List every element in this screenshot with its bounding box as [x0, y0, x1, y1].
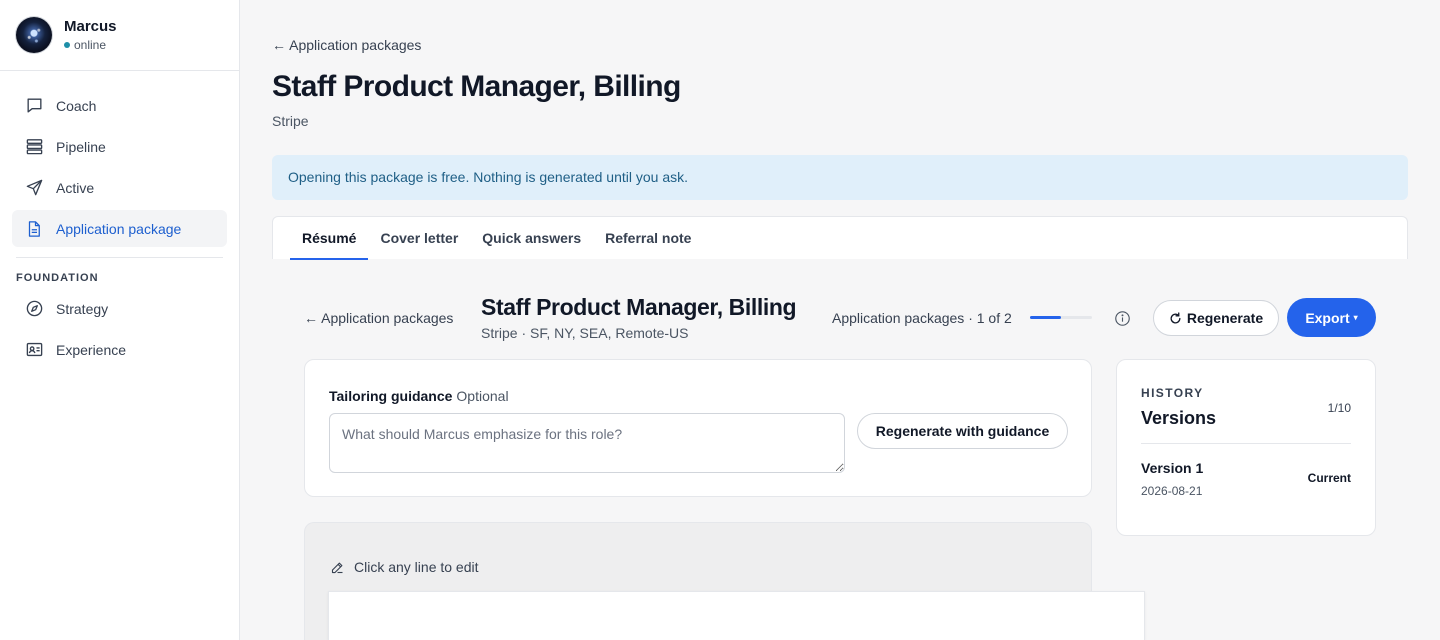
- compass-icon: [24, 299, 44, 319]
- sidebar-item-label: Strategy: [56, 300, 109, 317]
- sidebar-item-label: Application package: [56, 220, 182, 237]
- tailoring-guidance-card: Tailoring guidanceOptional Regenerate wi…: [304, 359, 1092, 497]
- sidebar-item-pipeline[interactable]: Pipeline: [12, 128, 227, 165]
- sidebar-item-label: Active: [56, 179, 95, 196]
- guidance-input[interactable]: [329, 413, 845, 473]
- tab-resume[interactable]: Résumé: [290, 217, 369, 260]
- avatar: [16, 17, 52, 53]
- chevron-down-icon: ▾: [1353, 313, 1358, 322]
- online-status-dot: [64, 42, 70, 48]
- current-version-badge: Current: [1307, 471, 1351, 485]
- history-divider: [1141, 443, 1351, 444]
- sidebar-item-coach[interactable]: Coach: [12, 87, 227, 124]
- stack-icon: [24, 137, 44, 157]
- history-title: Versions: [1141, 408, 1217, 428]
- edit-hint: Click any line to edit: [330, 559, 479, 575]
- regenerate-with-guidance-button[interactable]: Regenerate with guidance: [857, 413, 1068, 449]
- refresh-icon: [1169, 311, 1182, 325]
- resume-document-page[interactable]: [328, 591, 1145, 640]
- profile-name: Marcus: [64, 18, 117, 35]
- profile-header[interactable]: Marcus online: [0, 0, 239, 71]
- main-content: ← Application packages Staff Product Man…: [240, 0, 1440, 640]
- export-button[interactable]: Export ▾: [1287, 298, 1376, 337]
- version-count: 1/10: [1327, 401, 1351, 415]
- version-date: 2026-08-21: [1141, 484, 1203, 498]
- tab-referral-note[interactable]: Referral note: [593, 217, 703, 260]
- regenerate-label: Regenerate: [1186, 310, 1264, 326]
- document-icon: [24, 219, 44, 239]
- package-title: Staff Product Manager, Billing: [481, 294, 797, 320]
- export-label: Export: [1305, 309, 1350, 326]
- sidebar-item-active[interactable]: Active: [12, 169, 227, 206]
- profile-status: online: [64, 38, 117, 52]
- chat-bubble-icon: [24, 96, 44, 116]
- optional-label: Optional: [456, 388, 509, 404]
- page-title: Staff Product Manager, Billing: [272, 70, 681, 103]
- nav-section-label: FOUNDATION: [16, 272, 99, 284]
- sidebar-item-label: Coach: [56, 97, 97, 114]
- nav-divider: [16, 257, 223, 258]
- status-text: online: [74, 38, 107, 52]
- package-back-link[interactable]: ← Application packages: [304, 310, 453, 326]
- profile-text: Marcus online: [64, 18, 117, 52]
- history-card: HISTORY Versions 1/10 Version 1 2026-08-…: [1116, 359, 1376, 536]
- tab-cover-letter[interactable]: Cover letter: [368, 217, 470, 260]
- regenerate-button[interactable]: Regenerate: [1153, 300, 1279, 336]
- sidebar-item-application-package[interactable]: Application package: [12, 210, 227, 247]
- send-icon: [24, 178, 44, 198]
- sidebar: Marcus online Coach Pipeline Active Appl…: [0, 0, 240, 640]
- company-name: Stripe: [272, 113, 309, 129]
- info-notice: Opening this package is free. Nothing is…: [272, 155, 1408, 200]
- guidance-label: Tailoring guidance Optional: [329, 388, 509, 404]
- tab-quick-answers[interactable]: Quick answers: [470, 217, 593, 260]
- sidebar-item-strategy[interactable]: Strategy: [12, 290, 227, 327]
- back-to-packages-link[interactable]: ← Application packages: [272, 37, 421, 53]
- package-subtitle: Stripe · SF, NY, SEA, Remote-US: [481, 325, 689, 341]
- sidebar-item-experience[interactable]: Experience: [12, 331, 227, 368]
- pencil-icon: [330, 560, 345, 575]
- version-name[interactable]: Version 1: [1141, 460, 1203, 476]
- info-icon[interactable]: [1114, 310, 1131, 327]
- document-tabs: Résumé Cover letter Quick answers Referr…: [272, 216, 1408, 260]
- id-card-icon: [24, 340, 44, 360]
- pager-progress-fill: [1030, 316, 1061, 319]
- edit-hint-text: Click any line to edit: [354, 559, 479, 575]
- pager-label: Application packages · 1 of 2: [832, 310, 1012, 326]
- sidebar-item-label: Pipeline: [56, 138, 106, 155]
- sidebar-nav: Coach Pipeline Active Application packag…: [0, 71, 239, 368]
- sidebar-item-label: Experience: [56, 341, 127, 358]
- guidance-label-text: Tailoring guidance: [329, 388, 453, 404]
- pager-progress-bar: [1030, 316, 1092, 319]
- history-eyebrow: HISTORY: [1141, 386, 1204, 400]
